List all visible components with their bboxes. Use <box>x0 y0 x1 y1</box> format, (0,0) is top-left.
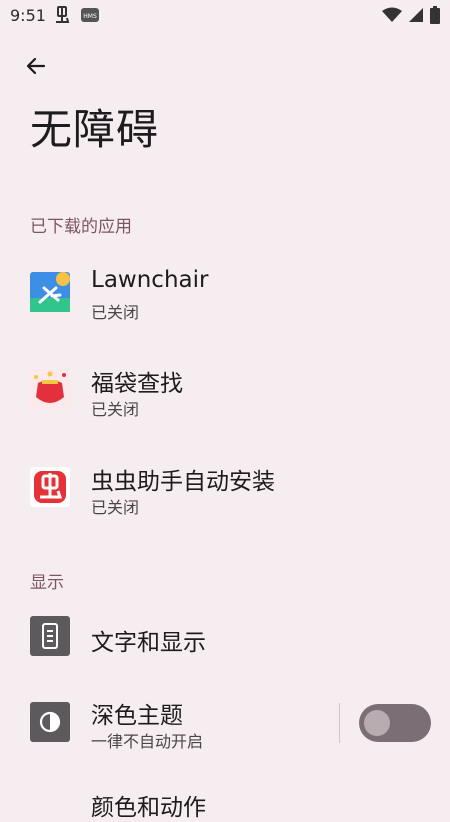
item-title: 深色主题 <box>91 703 183 729</box>
item-title: 颜色和动作 <box>91 795 206 821</box>
item-title: 福袋查找 <box>91 371 183 397</box>
item-title: 虫虫助手自动安装 <box>91 469 275 495</box>
toggle-divider <box>339 703 340 743</box>
arrow-back-icon <box>26 57 46 75</box>
list-item-chongchong[interactable]: 虫虫助手自动安装 已关闭 <box>0 450 450 530</box>
toggle-knob <box>364 710 390 736</box>
section-header-display: 显示 <box>30 573 64 593</box>
chongchong-app-icon <box>30 467 70 507</box>
wifi-icon <box>382 7 402 27</box>
chongchong-status-icon <box>52 5 72 29</box>
battery-icon <box>430 6 440 28</box>
hms-status-icon: HMS <box>80 5 100 29</box>
fudai-app-icon <box>30 369 70 409</box>
item-subtitle: 一律不自动开启 <box>91 732 204 751</box>
text-display-icon <box>30 616 70 656</box>
lawnchair-app-icon <box>30 272 70 312</box>
status-bar: 9:51 HMS <box>0 0 450 32</box>
hms-label: HMS <box>83 13 97 20</box>
item-subtitle: 已关闭 <box>91 303 140 322</box>
list-item-text-display[interactable]: 文字和显示 <box>0 606 450 668</box>
list-item-fudai[interactable]: 福袋查找 已关闭 <box>0 352 450 432</box>
status-time: 9:51 <box>10 6 46 25</box>
list-item-lawnchair[interactable]: Lawnchair 已关闭 <box>0 255 450 335</box>
item-subtitle: 已关闭 <box>91 498 140 517</box>
page-title: 无障碍 <box>30 105 160 154</box>
item-title: Lawnchair <box>91 267 209 293</box>
item-subtitle: 已关闭 <box>91 400 140 419</box>
item-title: 文字和显示 <box>91 630 206 656</box>
section-header-downloaded: 已下载的应用 <box>30 217 132 237</box>
status-icons <box>382 6 440 28</box>
dark-theme-toggle[interactable] <box>359 704 431 742</box>
back-button[interactable] <box>20 52 52 80</box>
signal-icon <box>408 7 424 27</box>
list-item-color-motion[interactable]: 颜色和动作 <box>0 782 450 822</box>
dark-theme-icon <box>30 702 70 742</box>
